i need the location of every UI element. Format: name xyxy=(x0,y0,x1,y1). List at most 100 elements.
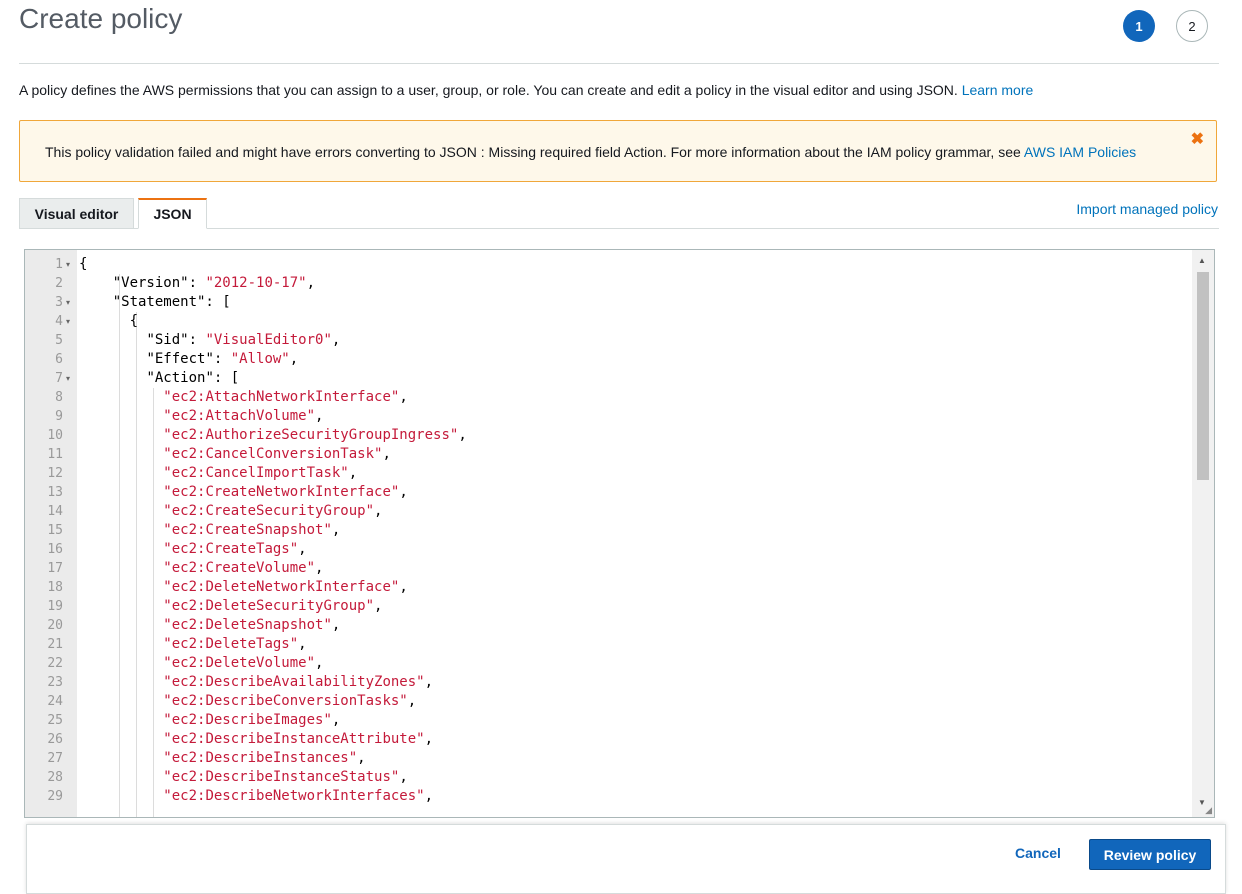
string-literal: "ec2:AttachVolume" xyxy=(163,408,316,424)
fold-arrow-icon[interactable]: ▾ xyxy=(66,255,70,274)
string-literal: "ec2:DescribeNetworkInterfaces" xyxy=(163,788,425,804)
string-literal: "ec2:CancelImportTask" xyxy=(163,465,349,481)
line-number: 18 xyxy=(47,580,63,595)
line-number: 22 xyxy=(47,656,63,671)
fold-arrow-icon[interactable]: ▾ xyxy=(66,312,70,331)
string-literal: "Allow" xyxy=(230,351,290,367)
code-text: "ec2:DeleteNetworkInterface", xyxy=(163,579,408,595)
string-literal: "ec2:DeleteVolume" xyxy=(163,655,316,671)
code-text: "ec2:CreateNetworkInterface", xyxy=(163,484,408,500)
alert-message: This policy validation failed and might … xyxy=(45,144,1136,160)
scrollbar-thumb[interactable] xyxy=(1197,272,1209,480)
code-text: "ec2:CreateSecurityGroup", xyxy=(163,503,383,519)
line-number: 16 xyxy=(47,542,63,557)
step-indicator-2: 2 xyxy=(1176,10,1208,42)
fold-arrow-icon[interactable]: ▾ xyxy=(66,369,70,388)
step-indicator-1: 1 xyxy=(1123,10,1155,42)
line-number: 25 xyxy=(47,713,63,728)
review-policy-button[interactable]: Review policy xyxy=(1089,839,1211,870)
code-text: "ec2:DeleteSnapshot", xyxy=(163,617,341,633)
string-literal: "ec2:DescribeConversionTasks" xyxy=(163,693,408,709)
string-literal: "ec2:CreateTags" xyxy=(163,541,299,557)
aws-iam-policies-link[interactable]: AWS IAM Policies xyxy=(1024,144,1136,160)
line-number: 2 xyxy=(55,276,63,291)
string-literal: "VisualEditor0" xyxy=(205,332,332,348)
scroll-up-icon[interactable]: ▲ xyxy=(1198,256,1206,265)
page-description: A policy defines the AWS permissions tha… xyxy=(19,82,1033,98)
code-text: "ec2:DeleteSecurityGroup", xyxy=(163,598,383,614)
close-icon[interactable]: ✖ xyxy=(1191,129,1204,149)
line-number: 28 xyxy=(47,770,63,785)
code-text: "ec2:CancelImportTask", xyxy=(163,465,358,481)
learn-more-link[interactable]: Learn more xyxy=(962,82,1034,98)
page-title: Create policy xyxy=(19,3,183,34)
line-number: 26 xyxy=(47,732,63,747)
line-number: 29 xyxy=(47,789,63,804)
string-literal: "ec2:DeleteTags" xyxy=(163,636,299,652)
line-number: 8 xyxy=(55,390,63,405)
line-number: 24 xyxy=(47,694,63,709)
line-number: 17 xyxy=(47,561,63,576)
string-literal: "ec2:CancelConversionTask" xyxy=(163,446,383,462)
line-number: 9 xyxy=(55,409,63,424)
fold-arrow-icon[interactable]: ▾ xyxy=(66,293,70,312)
line-number: 3 xyxy=(55,295,63,310)
code-text: "ec2:DescribeInstanceStatus", xyxy=(163,769,408,785)
code-text: "ec2:DeleteTags", xyxy=(163,636,307,652)
string-literal: "ec2:AuthorizeSecurityGroupIngress" xyxy=(163,427,459,443)
code-text: "Statement": [ xyxy=(112,294,231,310)
code-text: "ec2:CancelConversionTask", xyxy=(163,446,391,462)
json-editor[interactable]: 1 ▾{2 "Version": "2012-10-17", 3 ▾ "Stateme… xyxy=(24,249,1215,818)
code-text: "Version": "2012-10-17", xyxy=(112,275,316,291)
code-text: "ec2:DescribeInstanceAttribute", xyxy=(163,731,434,747)
line-number: 14 xyxy=(47,504,63,519)
code-text: "ec2:AttachVolume", xyxy=(163,408,324,424)
line-number: 1 xyxy=(55,257,63,272)
string-literal: "ec2:CreateVolume" xyxy=(163,560,316,576)
code-text: "ec2:DescribeImages", xyxy=(163,712,341,728)
description-text: A policy defines the AWS permissions tha… xyxy=(19,82,962,98)
code-text: "ec2:DescribeAvailabilityZones", xyxy=(163,674,434,690)
line-number: 20 xyxy=(47,618,63,633)
line-number: 21 xyxy=(47,637,63,652)
code-text: "ec2:DeleteVolume", xyxy=(163,655,324,671)
string-literal: "ec2:DescribeInstanceStatus" xyxy=(163,769,400,785)
code-text: "Effect": "Allow", xyxy=(146,351,299,367)
code-text: { xyxy=(79,256,88,272)
cancel-button[interactable]: Cancel xyxy=(1015,845,1061,861)
string-literal: "ec2:DescribeInstanceAttribute" xyxy=(163,731,425,747)
editor-scrollbar[interactable]: ▲ ▼ xyxy=(1192,250,1214,817)
string-literal: "ec2:DescribeInstances" xyxy=(163,750,358,766)
tab-visual-editor[interactable]: Visual editor xyxy=(19,198,134,228)
code-text: "ec2:DescribeInstances", xyxy=(163,750,366,766)
code-text: "ec2:AuthorizeSecurityGroupIngress", xyxy=(163,427,467,443)
code-text: "ec2:AttachNetworkInterface", xyxy=(163,389,408,405)
line-number: 6 xyxy=(55,352,63,367)
line-number: 7 xyxy=(55,371,63,386)
line-number: 4 xyxy=(55,314,63,329)
line-number: 19 xyxy=(47,599,63,614)
string-literal: "ec2:CreateSnapshot" xyxy=(163,522,332,538)
string-literal: "ec2:DeleteNetworkInterface" xyxy=(163,579,400,595)
line-number: 13 xyxy=(47,485,63,500)
code-text: "Sid": "VisualEditor0", xyxy=(146,332,341,348)
string-literal: "ec2:AttachNetworkInterface" xyxy=(163,389,400,405)
string-literal: "ec2:DeleteSnapshot" xyxy=(163,617,332,633)
string-literal: "ec2:DeleteSecurityGroup" xyxy=(163,598,375,614)
footer-bar: Cancel Review policy xyxy=(26,824,1226,894)
resize-handle-icon[interactable]: ◢ xyxy=(1205,805,1212,816)
string-literal: "ec2:DescribeImages" xyxy=(163,712,332,728)
string-literal: "ec2:CreateSecurityGroup" xyxy=(163,503,375,519)
line-number: 12 xyxy=(47,466,63,481)
validation-alert: This policy validation failed and might … xyxy=(19,120,1217,182)
line-number: 23 xyxy=(47,675,63,690)
code-text: "ec2:DescribeNetworkInterfaces", xyxy=(163,788,434,804)
import-managed-policy-link[interactable]: Import managed policy xyxy=(1076,201,1218,217)
code-text: "ec2:DescribeConversionTasks", xyxy=(163,693,417,709)
line-number: 10 xyxy=(47,428,63,443)
string-literal: "ec2:DescribeAvailabilityZones" xyxy=(163,674,425,690)
tab-json[interactable]: JSON xyxy=(138,198,207,229)
code-text: { xyxy=(129,313,139,329)
line-number: 11 xyxy=(47,447,63,462)
string-literal: "ec2:CreateNetworkInterface" xyxy=(163,484,400,500)
